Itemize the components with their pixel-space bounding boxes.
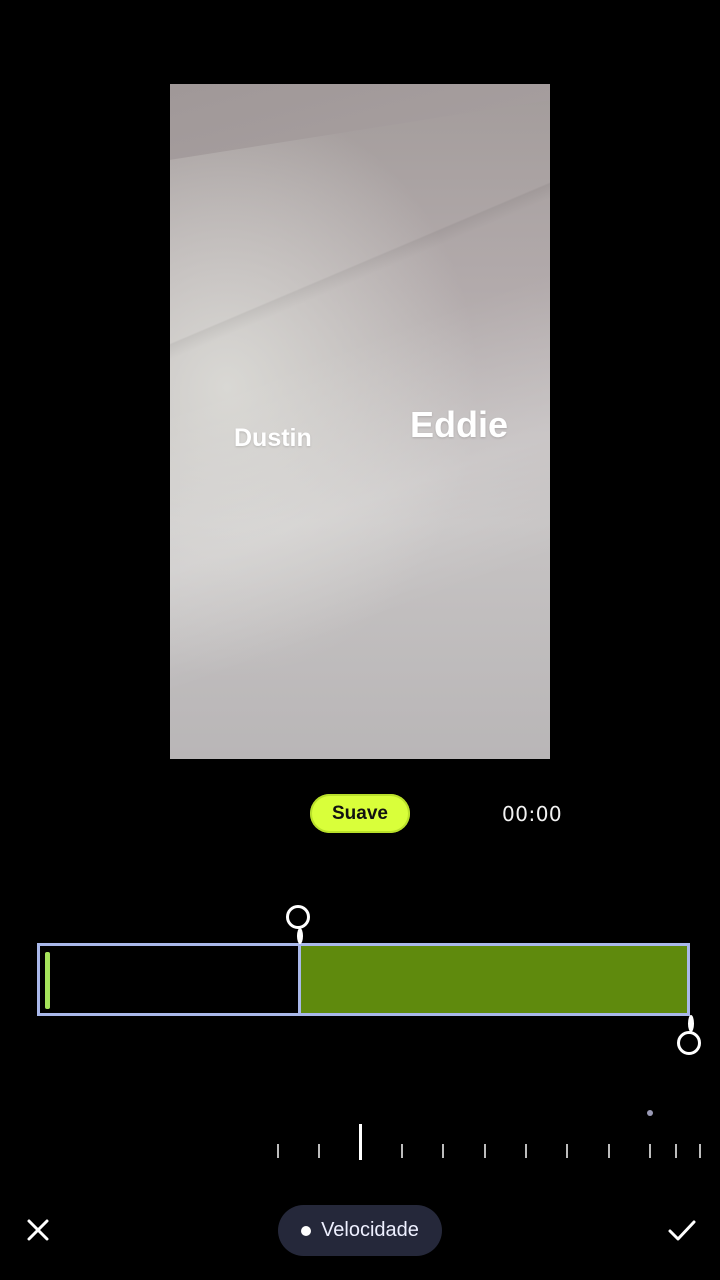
playhead[interactable] <box>45 952 50 1009</box>
ruler-tick-current <box>359 1124 362 1160</box>
speed-curve-track[interactable] <box>37 943 690 1016</box>
ruler-tick <box>525 1144 527 1158</box>
ruler-tick <box>318 1144 320 1158</box>
split-handle[interactable] <box>286 905 310 929</box>
close-icon <box>27 1219 49 1241</box>
ruler-tick <box>649 1144 651 1158</box>
text-overlay-dustin[interactable]: Dustin <box>234 424 312 453</box>
segment-divider <box>298 946 301 1013</box>
video-preview[interactable]: Dustin Eddie <box>170 84 550 759</box>
timestamp: 00:00 <box>502 802 563 826</box>
ruler-tick <box>401 1144 403 1158</box>
ruler-tick <box>675 1144 677 1158</box>
ruler-tick <box>699 1144 701 1158</box>
speed-segment-filled[interactable] <box>301 946 687 1013</box>
end-handle[interactable] <box>677 1031 701 1055</box>
ruler-indicator-dot <box>647 1110 653 1116</box>
ruler-tick <box>442 1144 444 1158</box>
ruler-tick <box>566 1144 568 1158</box>
ruler-tick <box>277 1144 279 1158</box>
speed-ruler[interactable] <box>0 1110 720 1170</box>
ruler-tick <box>608 1144 610 1158</box>
active-dot-icon <box>301 1225 312 1236</box>
speed-label: Velocidade <box>321 1219 419 1241</box>
text-overlay-eddie[interactable]: Eddie <box>410 404 508 446</box>
check-icon <box>668 1220 696 1241</box>
smooth-mode-button[interactable]: Suave <box>310 794 410 833</box>
confirm-button[interactable] <box>664 1212 700 1248</box>
end-handle-stem <box>688 1015 694 1032</box>
ruler-tick <box>484 1144 486 1158</box>
split-handle-stem <box>297 928 303 944</box>
close-button[interactable] <box>22 1214 54 1246</box>
speed-tab[interactable]: Velocidade <box>278 1205 442 1256</box>
